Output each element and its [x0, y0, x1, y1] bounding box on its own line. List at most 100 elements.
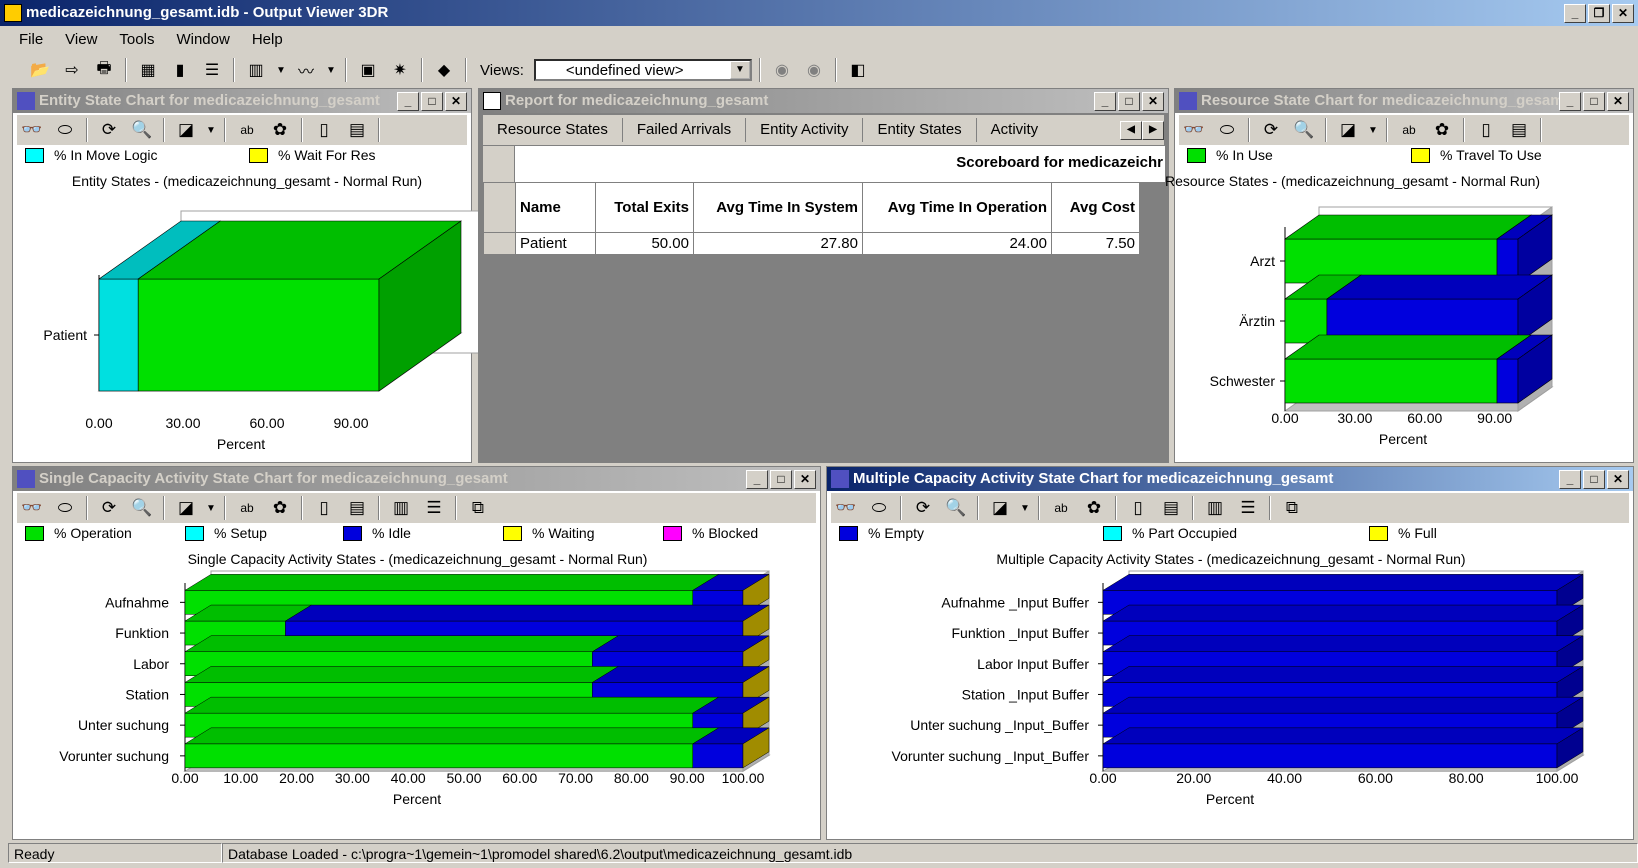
state-chart-icon[interactable]: ☰ — [198, 57, 226, 83]
cube-icon[interactable]: ◧ — [844, 57, 872, 83]
output-viewer-window: medicazeichnung_gesamt.idb - Output View… — [0, 0, 1638, 868]
x-tick-label: 60.00 — [1358, 770, 1393, 786]
tab-scroll-left-icon[interactable]: ◀ — [1120, 120, 1142, 140]
bar-segment-top — [1102, 574, 1584, 591]
bar-segment — [692, 743, 744, 769]
bar-segment-top — [591, 666, 770, 683]
multi-capacity-panel: Multiple Capacity Activity State Chart f… — [826, 466, 1634, 840]
print-icon[interactable]: 🖶 — [90, 57, 118, 83]
menu-file[interactable]: File — [8, 31, 54, 48]
calendar-icon[interactable]: ▣ — [354, 57, 382, 83]
app-icon — [4, 4, 22, 22]
menu-view[interactable]: View — [54, 31, 108, 48]
table-window-icon — [483, 92, 501, 110]
bar-segment-top — [1102, 604, 1584, 622]
menu-window[interactable]: Window — [165, 31, 240, 48]
x-tick-label: 30.00 — [335, 770, 370, 786]
book-icon[interactable]: ◆ — [430, 57, 458, 83]
x-tick-label: 20.00 — [279, 770, 314, 786]
next-view-icon[interactable]: ◉ — [800, 57, 828, 83]
menu-tools[interactable]: Tools — [108, 31, 165, 48]
category-label: Labor — [133, 656, 169, 672]
table-icon[interactable]: ▦ — [134, 57, 162, 83]
column-header[interactable]: Avg Time In System — [693, 182, 863, 233]
settings-icon[interactable]: ✷ — [386, 57, 414, 83]
bar-segment — [1284, 358, 1498, 404]
table-cell[interactable]: 7.50 — [1051, 232, 1140, 255]
bar-segment-top — [1102, 635, 1584, 652]
scoreboard-header: Scoreboard for medicazeichr — [483, 146, 1165, 182]
bar-segment-top — [284, 604, 770, 622]
x-axis-title: Percent — [393, 791, 441, 807]
chevron-down-icon[interactable]: ▼ — [324, 57, 338, 83]
x-tick-label: 80.00 — [614, 770, 649, 786]
close-button[interactable]: ✕ — [1142, 91, 1164, 111]
x-axis-title: Percent — [217, 436, 265, 452]
category-label: Aufnahme _Input Buffer — [941, 594, 1089, 610]
main-title-bar: medicazeichnung_gesamt.idb - Output View… — [0, 0, 1638, 26]
views-select[interactable]: <undefined view> ▼ — [533, 59, 752, 81]
tab-entity-activity[interactable]: Entity Activity — [746, 118, 864, 142]
row-header-cell — [483, 146, 515, 182]
bar-segment-top — [1102, 666, 1584, 683]
tab-resource-states[interactable]: Resource States — [483, 118, 623, 142]
column-header[interactable]: Total Exits — [595, 182, 694, 233]
minimize-button[interactable]: _ — [1564, 3, 1586, 23]
minimize-button[interactable]: _ — [1094, 91, 1116, 111]
x-tick-label: 60.00 — [249, 415, 284, 431]
x-axis-title: Percent — [1206, 791, 1254, 807]
column-header[interactable]: Avg Cost — [1051, 182, 1140, 233]
category-label: Aufnahme — [105, 594, 169, 610]
histogram-icon[interactable]: ▥ — [242, 57, 270, 83]
category-label: Labor Input Buffer — [977, 656, 1089, 672]
table-cell[interactable]: 24.00 — [862, 232, 1052, 255]
status-ready: Ready — [8, 843, 222, 863]
report-tabs: Resource States Failed Arrivals Entity A… — [483, 115, 1164, 145]
maximize-button[interactable]: □ — [1118, 91, 1140, 111]
category-label: Unter suchung — [78, 717, 169, 733]
chevron-down-icon[interactable]: ▼ — [274, 57, 288, 83]
report-panel-title: Report for medicazeichnung_gesamt — [505, 92, 769, 109]
resource-chart: Arzt Ärztin Schwester 0.00 30.00 60.00 90.00 Pe… — [1210, 206, 1554, 447]
bar-segment-top — [184, 574, 720, 591]
table-cell[interactable]: Patient — [515, 232, 596, 255]
scoreboard-table: Name Total Exits Avg Time In System Avg … — [483, 182, 1140, 255]
x-tick-label: 0.00 — [85, 415, 112, 431]
export-icon[interactable]: ⇨ — [58, 57, 86, 83]
tab-entity-states[interactable]: Entity States — [863, 118, 977, 142]
bar-segment-top — [1325, 274, 1553, 300]
bar-segment-top — [184, 635, 620, 652]
x-tick-label: 10.00 — [223, 770, 258, 786]
x-tick-label: 70.00 — [558, 770, 593, 786]
x-tick-label: 60.00 — [1407, 410, 1442, 426]
column-chart-icon[interactable]: ▮ — [166, 57, 194, 83]
chevron-down-icon[interactable]: ▼ — [729, 61, 750, 79]
x-tick-label: 100.00 — [722, 770, 765, 786]
bar-segment-top — [1102, 696, 1584, 714]
table-row[interactable]: Patient 50.00 27.80 24.00 7.50 — [483, 232, 1140, 255]
x-tick-label: 30.00 — [165, 415, 200, 431]
tab-activity[interactable]: Activity — [977, 118, 1120, 142]
tab-failed-arrivals[interactable]: Failed Arrivals — [623, 118, 747, 142]
category-label: Funktion _Input Buffer — [952, 625, 1090, 641]
main-toolbar: 📂 ⇨ 🖶 ▦ ▮ ☰ ▥ ▼ 〰 ▼ ▣ ✷ ◆ Views: <undefi… — [26, 55, 872, 85]
table-cell[interactable]: 27.80 — [693, 232, 863, 255]
menu-help[interactable]: Help — [241, 31, 294, 48]
restore-button[interactable]: ❐ — [1588, 3, 1610, 23]
column-header[interactable]: Avg Time In Operation — [862, 182, 1052, 233]
tab-scroll-right-icon[interactable]: ▶ — [1142, 120, 1164, 140]
category-label: Patient — [43, 327, 87, 343]
bar-segment — [137, 278, 380, 392]
x-axis-title: Percent — [1379, 431, 1427, 447]
bar-segment — [98, 278, 139, 392]
menu-bar: File View Tools Window Help — [8, 27, 294, 51]
open-folder-icon[interactable]: 📂 — [26, 57, 54, 83]
previous-view-icon[interactable]: ◉ — [768, 57, 796, 83]
row-header-cell — [483, 232, 516, 255]
x-tick-label: 50.00 — [446, 770, 481, 786]
column-header[interactable]: Name — [515, 182, 596, 233]
table-cell[interactable]: 50.00 — [595, 232, 694, 255]
line-chart-icon[interactable]: 〰 — [292, 57, 320, 83]
x-tick-label: 90.00 — [333, 415, 368, 431]
close-button[interactable]: ✕ — [1612, 3, 1634, 23]
